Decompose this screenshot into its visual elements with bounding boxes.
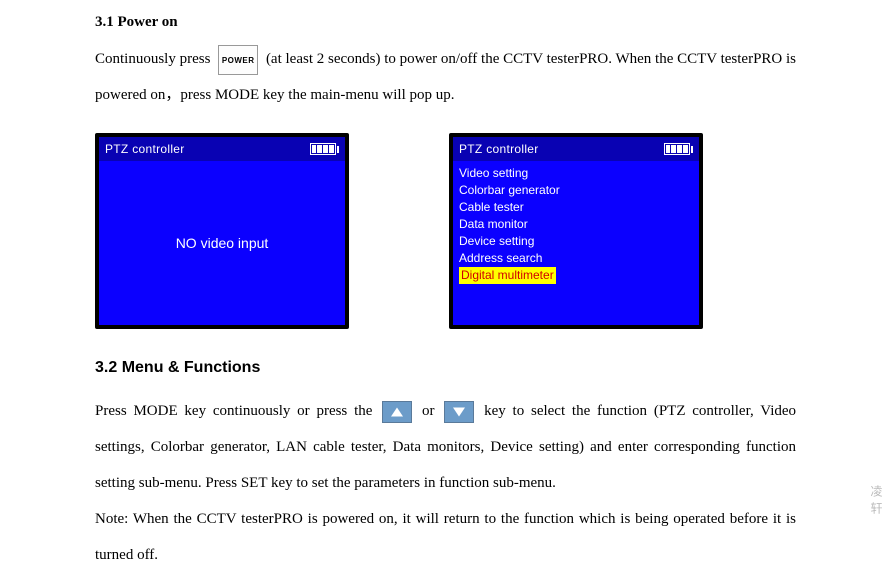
- paragraph-menu: Press MODE key continuously or press the…: [95, 393, 796, 501]
- paragraph-power-on: Continuously press POWER (at least 2 sec…: [95, 41, 796, 113]
- side-watermark: 凌 轩: [868, 485, 885, 515]
- text-or: or: [422, 403, 441, 419]
- lcd1-body: NO video input: [99, 161, 345, 325]
- heading-3-1: 3.1 Power on: [95, 14, 796, 31]
- heading-3-2: 3.2 Menu & Functions: [95, 359, 796, 377]
- lcd-screen-left: PTZ controller NO video input: [95, 133, 349, 329]
- menu-item: Device setting: [459, 233, 699, 250]
- menu-item: Address search: [459, 250, 699, 267]
- up-arrow-key-icon: [382, 401, 412, 423]
- power-key-icon: POWER: [218, 45, 258, 75]
- paragraph-note: Note: When the CCTV testerPRO is powered…: [95, 501, 796, 573]
- menu-item: Colorbar generator: [459, 182, 699, 199]
- text-p1a: Continuously press: [95, 51, 214, 67]
- menu-item-selected: Digital multimeter: [459, 267, 556, 284]
- battery-icon: [310, 143, 340, 155]
- screenshots-row: PTZ controller NO video input PTZ contro…: [95, 133, 796, 329]
- down-arrow-key-icon: [444, 401, 474, 423]
- menu-item: Cable tester: [459, 199, 699, 216]
- menu-item: Data monitor: [459, 216, 699, 233]
- lcd1-message: NO video input: [176, 235, 269, 251]
- lcd1-title: PTZ controller: [105, 142, 185, 156]
- menu-item: Video setting: [459, 165, 699, 182]
- lcd-screen-right: PTZ controller Video setting Colorbar ge…: [449, 133, 703, 329]
- text-p2a: Press MODE key continuously or press the: [95, 403, 379, 419]
- lcd2-menu: Video setting Colorbar generator Cable t…: [453, 161, 699, 325]
- lcd2-title: PTZ controller: [459, 142, 539, 156]
- battery-icon: [664, 143, 694, 155]
- lcd1-topbar: PTZ controller: [99, 137, 345, 161]
- lcd2-topbar: PTZ controller: [453, 137, 699, 161]
